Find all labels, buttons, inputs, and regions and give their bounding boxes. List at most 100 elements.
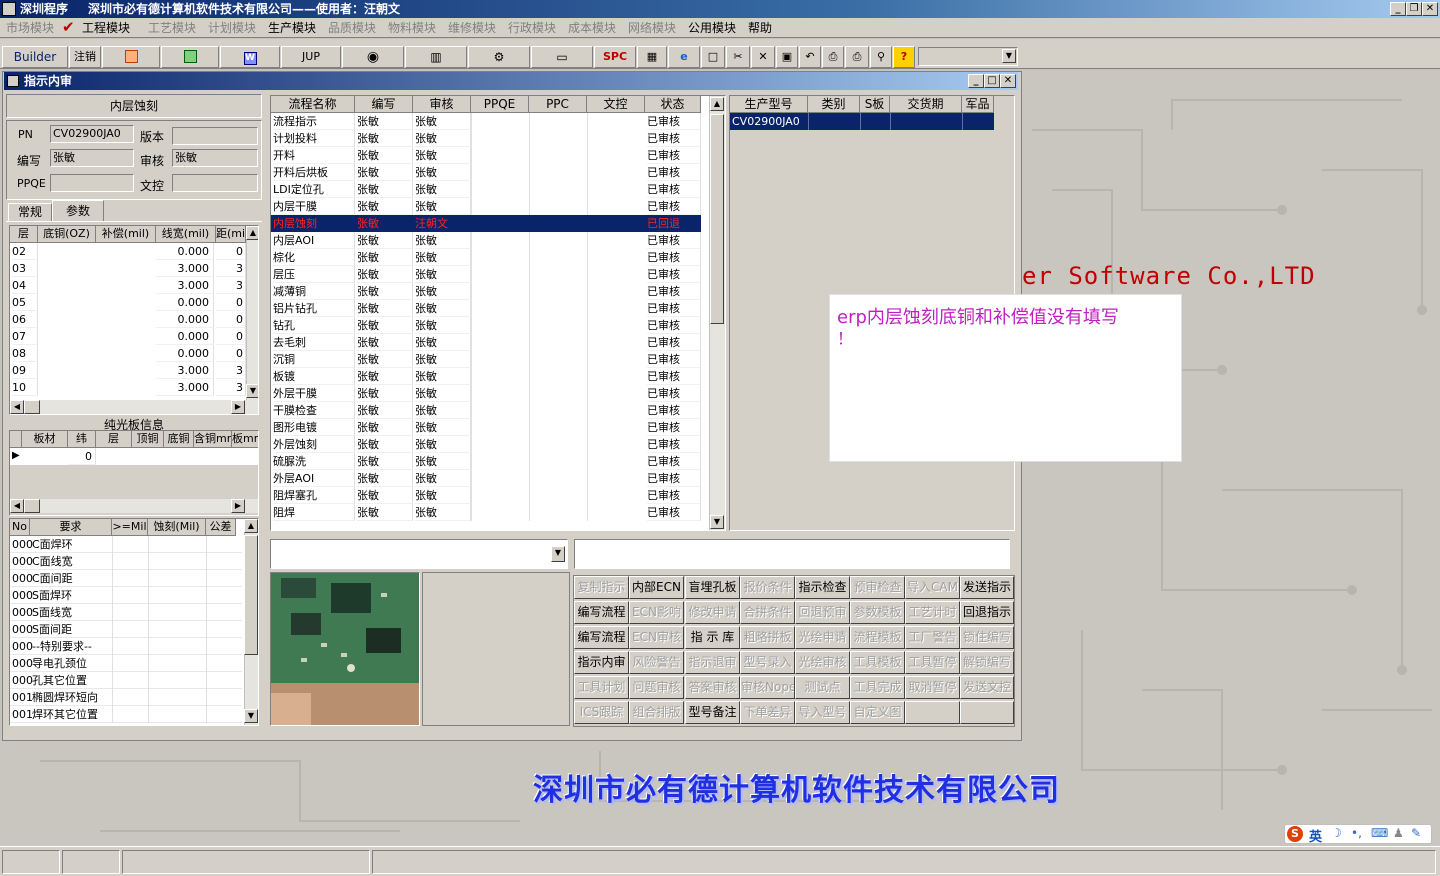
layer-grid-hscroll[interactable] <box>10 400 258 414</box>
tab-parameters[interactable]: 参数 <box>52 200 104 222</box>
menu-11[interactable]: 网络模块 <box>628 19 676 37</box>
layer-grid-vscroll[interactable] <box>246 226 258 400</box>
action-button[interactable]: 工具完成 <box>850 676 905 699</box>
action-button[interactable]: 回退预审 <box>795 601 850 624</box>
calendar-button[interactable]: ▦ <box>637 46 667 68</box>
scroll-down-icon[interactable]: ▼ <box>246 384 258 398</box>
requirement-row[interactable]: 000 C面线宽 <box>10 553 242 570</box>
flow-row[interactable]: 干膜检查 张敏 张敏 已审核 <box>271 402 701 419</box>
flow-row[interactable]: 阻焊塞孔 张敏 张敏 已审核 <box>271 487 701 504</box>
action-button[interactable]: 工具模板 <box>850 651 905 674</box>
action-button[interactable]: 风险警告 <box>629 651 684 674</box>
requirement-row[interactable]: 001 椭圆焊环短向 <box>10 689 242 706</box>
flow-row[interactable]: 内层干膜 张敏 张敏 已审核 <box>271 198 701 215</box>
menu-9[interactable]: 行政模块 <box>508 19 556 37</box>
comment-combo[interactable]: ▼ <box>270 539 568 569</box>
flow-col-header[interactable]: 文控 <box>587 96 645 113</box>
action-button[interactable]: 发送指示 <box>960 576 1014 599</box>
action-button[interactable]: 预审检查 <box>850 576 905 599</box>
action-button[interactable]: 锁住编写 <box>960 626 1014 649</box>
flow-row[interactable]: 减薄铜 张敏 张敏 已审核 <box>271 283 701 300</box>
scroll-up-icon[interactable]: ▲ <box>244 519 258 533</box>
product-row[interactable]: CV02900JA0 <box>730 113 994 130</box>
scroll-down-icon[interactable]: ▼ <box>710 515 724 529</box>
flow-row[interactable]: 硫脲洗 张敏 张敏 已审核 <box>271 453 701 470</box>
scroll-right-icon[interactable]: ▶ <box>231 499 245 513</box>
flow-row[interactable]: 层压 张敏 张敏 已审核 <box>271 266 701 283</box>
author-field[interactable]: 张敏 <box>50 149 134 167</box>
flow-col-header[interactable]: 流程名称 <box>271 96 355 113</box>
menu-6[interactable]: 品质模块 <box>328 19 376 37</box>
action-button[interactable]: 测试点 <box>795 676 850 699</box>
flow-row[interactable]: LDI定位孔 张敏 张敏 已审核 <box>271 181 701 198</box>
action-button[interactable]: 编写流程 <box>574 601 629 624</box>
requirement-row[interactable]: 000 导电孔颈位 <box>10 655 242 672</box>
action-button[interactable]: 复制指示 <box>574 576 629 599</box>
user-icon[interactable]: ♟ <box>1393 826 1404 840</box>
flow-col-header[interactable]: PPC <box>529 96 587 113</box>
save-button[interactable]: ▣ <box>776 46 798 68</box>
scroll-up-icon[interactable]: ▲ <box>710 97 724 111</box>
action-button[interactable]: 型号备注 <box>685 701 740 724</box>
minimize-button[interactable]: _ <box>1390 2 1406 16</box>
settings-icon[interactable]: ✎ <box>1411 826 1421 840</box>
requirement-row[interactable]: 000 S面线宽 <box>10 604 242 621</box>
action-button[interactable]: 指示检查 <box>795 576 850 599</box>
product-col-header[interactable]: S板 <box>860 96 890 113</box>
flow-row[interactable]: 内层AOI 张敏 张敏 已审核 <box>271 232 701 249</box>
menu-7[interactable]: 物料模块 <box>388 19 436 37</box>
menu-3[interactable]: 工艺模块 <box>148 19 196 37</box>
network-button[interactable]: ⚙ <box>468 46 530 68</box>
action-button[interactable]: ECN审核 <box>629 626 684 649</box>
powerpoint-button[interactable] <box>102 46 160 68</box>
requirement-row[interactable]: 000 孔其它位置 <box>10 672 242 689</box>
action-button[interactable]: ICS跟踪 <box>574 701 629 724</box>
menu-8[interactable]: 维修模块 <box>448 19 496 37</box>
product-col-header[interactable]: 交货期 <box>890 96 962 113</box>
layer-row[interactable]: 07 0.000 0 <box>10 328 246 345</box>
scroll-right-icon[interactable]: ▶ <box>231 400 245 414</box>
flow-row[interactable]: 开料 张敏 张敏 已审核 <box>271 147 701 164</box>
ime-toolbar[interactable]: S 英 ☽ •, ⌨ ♟ ✎ <box>1284 824 1432 845</box>
ime-language[interactable]: 英 <box>1309 826 1322 845</box>
flow-row[interactable]: 外层AOI 张敏 张敏 已审核 <box>271 470 701 487</box>
action-button[interactable]: 工具暂停 <box>905 651 960 674</box>
spc-button[interactable]: SPC <box>594 46 636 68</box>
close-button[interactable]: ✕ <box>1422 2 1438 16</box>
restore-button[interactable]: ❐ <box>1406 2 1422 16</box>
delete-button[interactable]: ✕ <box>751 46 775 68</box>
flow-col-header[interactable]: 编写 <box>355 96 413 113</box>
ppqe-field[interactable] <box>50 174 134 192</box>
action-button[interactable]: 指示退审 <box>685 651 740 674</box>
layer-row[interactable]: 09 3.000 3 <box>10 362 246 379</box>
reviewer-field[interactable]: 张敏 <box>172 149 258 167</box>
action-button[interactable]: 指 示 库 <box>685 626 740 649</box>
flow-row[interactable]: 阻焊 张敏 张敏 已审核 <box>271 504 701 521</box>
comment-combo-dropdown-icon[interactable]: ▼ <box>551 546 565 562</box>
bare-board-row[interactable]: ▶ 0 <box>10 448 258 465</box>
menu-10[interactable]: 成本模块 <box>568 19 616 37</box>
requirement-row[interactable]: 000 C面间距 <box>10 570 242 587</box>
keyboard-icon[interactable]: ⌨ <box>1371 826 1388 840</box>
action-button[interactable]: 问题审核 <box>629 676 684 699</box>
action-button[interactable]: 内部ECN <box>629 576 684 599</box>
vscroll-thumb[interactable] <box>710 114 724 324</box>
product-col-header[interactable]: 生产型号 <box>730 96 808 113</box>
layer-row[interactable]: 06 0.000 0 <box>10 311 246 328</box>
requirement-row[interactable]: 000 S面间距 <box>10 621 242 638</box>
layer-row[interactable]: 04 3.000 3 <box>10 277 246 294</box>
window-close-button[interactable]: ✕ <box>1000 74 1016 88</box>
requirement-row[interactable]: 000 --特别要求-- <box>10 638 242 655</box>
menu-1[interactable]: 市场模块 <box>6 19 54 37</box>
tab-general[interactable]: 常规 <box>8 203 52 222</box>
action-button[interactable]: 粗略拼板 <box>740 626 795 649</box>
flow-row[interactable]: 外层蚀刻 张敏 张敏 已审核 <box>271 436 701 453</box>
action-button[interactable]: 修改申请 <box>685 601 740 624</box>
flow-row[interactable]: 沉铜 张敏 张敏 已审核 <box>271 351 701 368</box>
layer-row[interactable]: 05 0.000 0 <box>10 294 246 311</box>
layer-row[interactable]: 08 0.000 0 <box>10 345 246 362</box>
action-button[interactable]: 工艺计时 <box>905 601 960 624</box>
action-button[interactable]: 编写流程 <box>574 626 629 649</box>
action-button[interactable]: 流程模板 <box>850 626 905 649</box>
scroll-up-icon[interactable]: ▲ <box>246 226 258 240</box>
